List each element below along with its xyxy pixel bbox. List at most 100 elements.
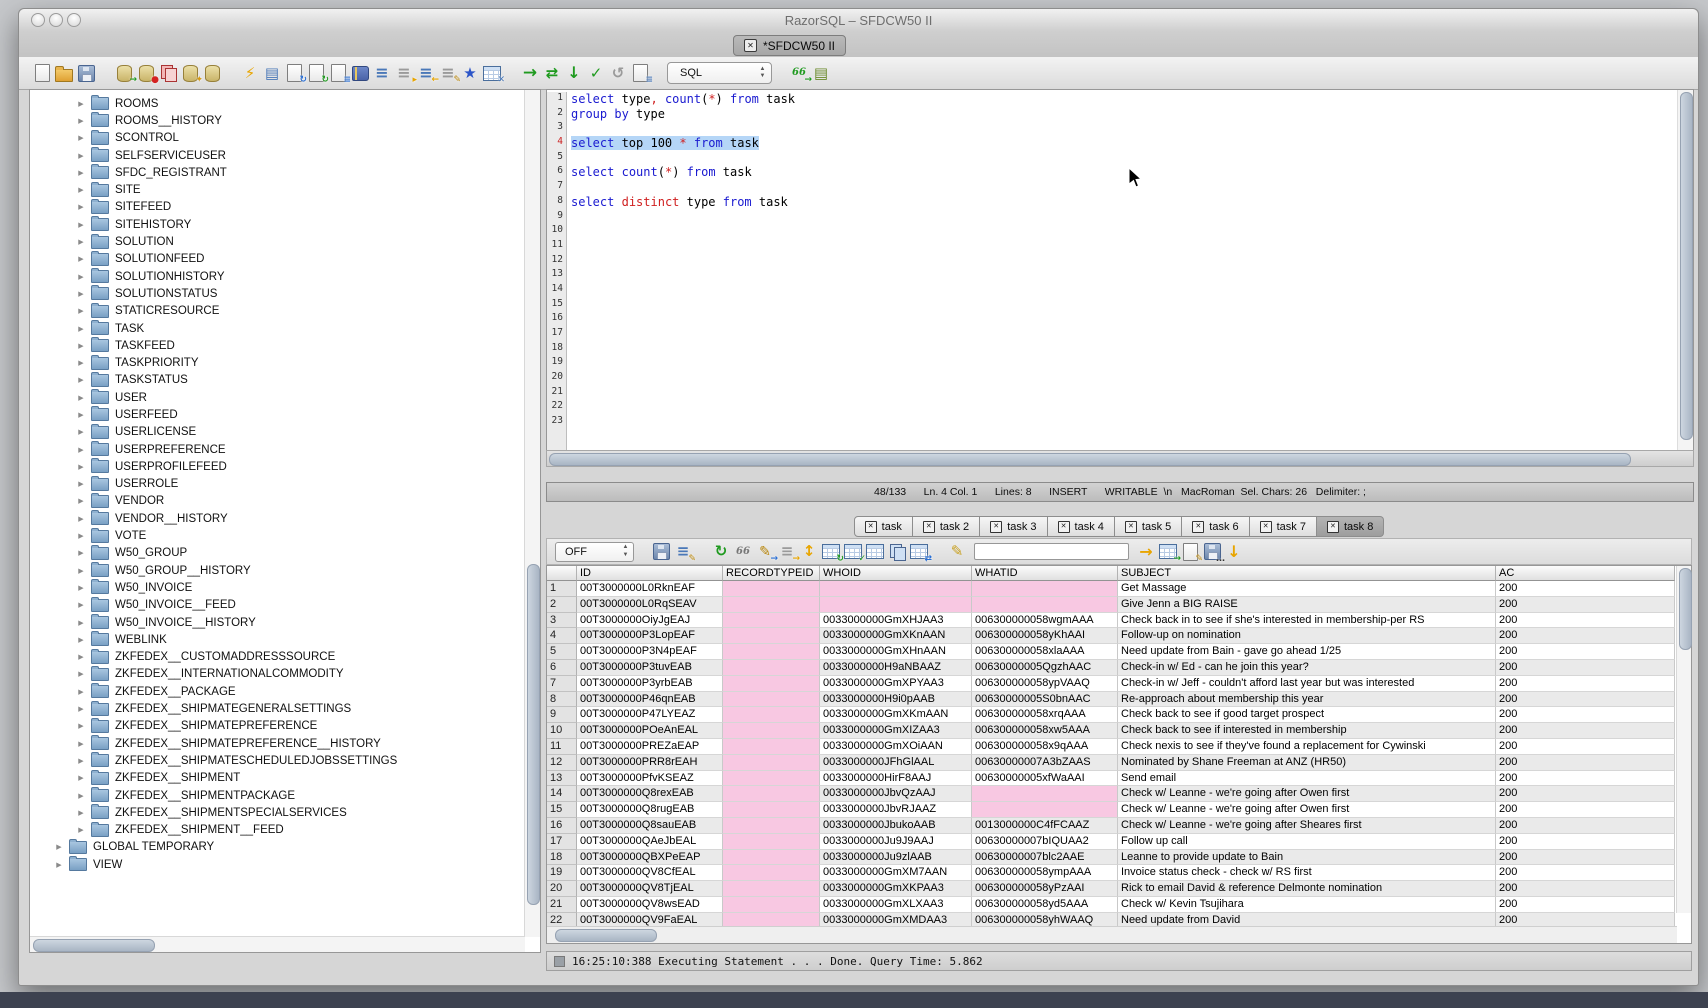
format-sql-button[interactable]: ≡ [371, 60, 393, 86]
tab-close-icon[interactable] [1125, 521, 1137, 533]
grid-cell-recordtypeid[interactable] [723, 644, 820, 660]
grid-cell-id[interactable]: 00T3000000POeAnEAL [577, 723, 723, 739]
tree-item-w50-invoice[interactable]: W50_INVOICE [30, 579, 524, 596]
tree-vertical-scrollbar-thumb[interactable] [527, 564, 540, 905]
grid-cell-subject[interactable]: Rick to email David & reference Delmonte… [1118, 881, 1496, 897]
new-connection-button[interactable]: ✦ [179, 60, 201, 86]
quotes-button[interactable]: 66 [732, 539, 754, 565]
tree-item-userfeed[interactable]: USERFEED [30, 406, 524, 423]
expand-triangle-icon[interactable] [76, 152, 86, 160]
grid-cell-whoid[interactable]: 0033000000JbukoAAB [820, 818, 972, 834]
edit-results-button[interactable]: ✎→ [754, 539, 776, 565]
expand-triangle-icon[interactable] [76, 584, 86, 592]
grid-cell-id[interactable]: 00T3000000P46qnEAB [577, 692, 723, 708]
grid-cell-recordtypeid[interactable] [723, 739, 820, 755]
tab-close-icon[interactable] [1192, 521, 1204, 533]
tree-item-userlicense[interactable]: USERLICENSE [30, 424, 524, 441]
expand-triangle-icon[interactable] [76, 307, 86, 315]
grid-cell-whatid[interactable]: 006300000058xw5AAA [972, 723, 1118, 739]
grid-cell-id[interactable]: 00T3000000Q8sauEAB [577, 818, 723, 834]
grid-cell-whatid[interactable] [972, 786, 1118, 802]
grid-cell-id[interactable]: 00T3000000Q8rexEAB [577, 786, 723, 802]
tree-item-zkfedex-customaddresssource[interactable]: ZKFEDEX__CUSTOMADDRESSSOURCE [30, 649, 524, 666]
grid-cell-whoid[interactable]: 0033000000GmXHnAAN [820, 644, 972, 660]
grid-cell-id[interactable]: 00T3000000QV8CfEAL [577, 865, 723, 881]
expand-triangle-icon[interactable] [76, 688, 86, 696]
grid-cell-subject[interactable]: Check w/ Leanne - we're going after Shea… [1118, 818, 1496, 834]
execute-all-button[interactable]: ⇄ [541, 60, 563, 86]
grid-cell-subject[interactable]: Leanne to provide update to Bain [1118, 850, 1496, 866]
table-info-button[interactable] [864, 539, 886, 565]
expand-triangle-icon[interactable] [76, 619, 86, 627]
grid-header-rownum[interactable] [547, 566, 577, 581]
grid-cell-whoid[interactable]: 0033000000H9aNBAAZ [820, 660, 972, 676]
tree-item-userprofilefeed[interactable]: USERPROFILEFEED [30, 458, 524, 475]
reload-table-button[interactable]: ↻ [820, 539, 842, 565]
editor-code-area[interactable]: select type, count(*) from taskgroup by … [571, 92, 1677, 430]
expand-triangle-icon[interactable] [76, 342, 86, 350]
tree-item-solutionstatus[interactable]: SOLUTIONSTATUS [30, 285, 524, 302]
grid-cell-recordtypeid[interactable] [723, 660, 820, 676]
grid-cell-id[interactable]: 00T3000000L0RqSEAV [577, 597, 723, 613]
result-tab-task-4[interactable]: task 4 [1048, 516, 1115, 537]
search-go-button[interactable]: → [1135, 539, 1157, 565]
tab-close-icon[interactable] [923, 521, 935, 533]
grid-cell-id[interactable]: 00T3000000QV8TjEAL [577, 881, 723, 897]
expand-triangle-icon[interactable] [76, 463, 86, 471]
grid-cell-recordtypeid[interactable] [723, 881, 820, 897]
grid-cell-whoid[interactable]: 0033000000GmXHJAA3 [820, 613, 972, 629]
expand-triangle-icon[interactable] [76, 221, 86, 229]
expand-triangle-icon[interactable] [76, 134, 86, 142]
grid-row-number[interactable]: 18 [547, 850, 577, 866]
copy-connection-button[interactable] [157, 60, 179, 86]
tree-item-global-temporary[interactable]: GLOBAL TEMPORARY [30, 839, 524, 856]
sql-mode-select[interactable]: SQL [667, 62, 772, 84]
tree-item-sitefeed[interactable]: SITEFEED [30, 199, 524, 216]
grid-cell-whatid[interactable] [972, 581, 1118, 597]
tree-item-rooms-history[interactable]: ROOMS__HISTORY [30, 112, 524, 129]
result-tab-task-7[interactable]: task 7 [1250, 516, 1317, 537]
grid-cell-subject[interactable]: Check-in w/ Ed - can he join this year? [1118, 660, 1496, 676]
grid-row-number[interactable]: 6 [547, 660, 577, 676]
row-limit-select[interactable]: OFF [555, 542, 634, 562]
grid-cell-recordtypeid[interactable] [723, 692, 820, 708]
grid-cell-ac[interactable]: 200 [1496, 786, 1675, 802]
tree-item-zkfedex-package[interactable]: ZKFEDEX__PACKAGE [30, 683, 524, 700]
execute-statement-button[interactable]: → [519, 60, 541, 86]
row-limit-stepper-icon[interactable] [620, 544, 631, 558]
grid-cell-subject[interactable]: Need update from Bain - gave go ahead 1/… [1118, 644, 1496, 660]
grid-cell-ac[interactable]: 200 [1496, 644, 1675, 660]
grid-row-number[interactable]: 2 [547, 597, 577, 613]
sort-results-button[interactable]: ↕ [798, 539, 820, 565]
editor-horizontal-scrollbar-thumb[interactable] [549, 453, 1631, 466]
grid-row-number[interactable]: 16 [547, 818, 577, 834]
expand-triangle-icon[interactable] [76, 826, 86, 834]
expand-triangle-icon[interactable] [76, 515, 86, 523]
window-titlebar[interactable]: RazorSQL – SFDCW50 II [19, 9, 1698, 32]
grid-cell-subject[interactable]: Check w/ Kevin Tsujihara [1118, 897, 1496, 913]
tree-item-staticresource[interactable]: STATICRESOURCE [30, 303, 524, 320]
grid-cell-recordtypeid[interactable] [723, 597, 820, 613]
expand-triangle-icon[interactable] [76, 428, 86, 436]
tree-item-selfserviceuser[interactable]: SELFSERVICEUSER [30, 147, 524, 164]
disconnect-button[interactable]: ● [135, 60, 157, 86]
close-tab-icon[interactable] [744, 39, 757, 52]
tree-item-zkfedex-internationalcommodity[interactable]: ZKFEDEX__INTERNATIONALCOMMODITY [30, 666, 524, 683]
grid-cell-id[interactable]: 00T3000000QBXPeEAP [577, 850, 723, 866]
expand-triangle-icon[interactable] [76, 238, 86, 246]
select-statement-button[interactable]: ≡▸ [393, 60, 415, 86]
grid-cell-recordtypeid[interactable] [723, 755, 820, 771]
grid-cell-ac[interactable]: 200 [1496, 834, 1675, 850]
grid-cell-recordtypeid[interactable] [723, 786, 820, 802]
tree-item-taskfeed[interactable]: TASKFEED [30, 337, 524, 354]
grid-cell-whatid[interactable]: 00630000005xfWaAAI [972, 771, 1118, 787]
grid-cell-whatid[interactable]: 006300000058x9qAAA [972, 739, 1118, 755]
grid-cell-whoid[interactable]: 0033000000JbvRJAAZ [820, 802, 972, 818]
grid-cell-whoid[interactable]: 0033000000H9i0pAAB [820, 692, 972, 708]
editor-vertical-scrollbar-thumb[interactable] [1680, 92, 1693, 440]
reload-document-button[interactable]: ↻ [283, 60, 305, 86]
grid-cell-id[interactable]: 00T3000000PREZaEAP [577, 739, 723, 755]
grid-cell-whoid[interactable]: 0033000000GmXKmAAN [820, 707, 972, 723]
expand-triangle-icon[interactable] [76, 203, 86, 211]
save-results-button[interactable] [650, 539, 672, 565]
